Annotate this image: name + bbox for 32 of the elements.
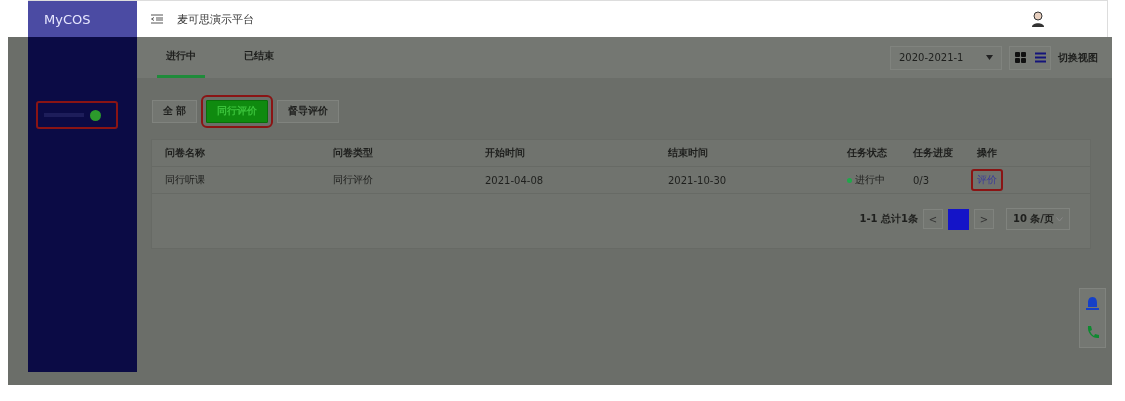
- logo: MyCOS: [28, 1, 137, 37]
- table-cell-text: 0/3: [913, 174, 931, 186]
- column-header: 任务进度: [913, 146, 954, 160]
- next-page-button[interactable]: >: [973, 209, 994, 229]
- status-text: 进行中: [855, 173, 885, 187]
- menu-icon[interactable]: [151, 14, 163, 24]
- term-select[interactable]: 2020-2021-1: [890, 45, 1002, 70]
- list-icon: [1034, 52, 1046, 63]
- avatar-icon[interactable]: [1031, 11, 1045, 27]
- tab[interactable]: 已结束: [235, 37, 283, 78]
- filter-button[interactable]: 全 部: [152, 99, 198, 123]
- sidebar-item[interactable]: [36, 101, 118, 129]
- toggle-view-label: 切换视图: [1058, 50, 1098, 65]
- prev-page-button[interactable]: <: [922, 209, 943, 229]
- column-header: 问卷类型: [333, 146, 374, 160]
- column-header: 操作: [977, 146, 998, 160]
- table-cell-text: 同行听课: [165, 173, 206, 187]
- column-header: 结束时间: [668, 146, 709, 160]
- tab[interactable]: 进行中: [157, 37, 205, 78]
- page-button[interactable]: [947, 208, 969, 230]
- column-header: 开始时间: [485, 146, 526, 160]
- column-header: 任务状态: [847, 146, 888, 160]
- page-size-select[interactable]: 10 条/页: [1005, 208, 1070, 230]
- table-cell-text: 2021-04-08: [485, 174, 545, 186]
- grid-icon: [1014, 52, 1026, 63]
- filter-button[interactable]: 督导评价: [277, 99, 340, 123]
- caret-icon: [986, 55, 993, 60]
- pagination-summary: 1-1 总计1条: [859, 212, 918, 226]
- table-cell-text: 2021-10-30: [668, 174, 728, 186]
- table-cell-text: 同行评价: [333, 173, 374, 187]
- platform-title: 麦可思演示平台: [177, 11, 254, 27]
- column-header: 问卷名称: [165, 146, 206, 160]
